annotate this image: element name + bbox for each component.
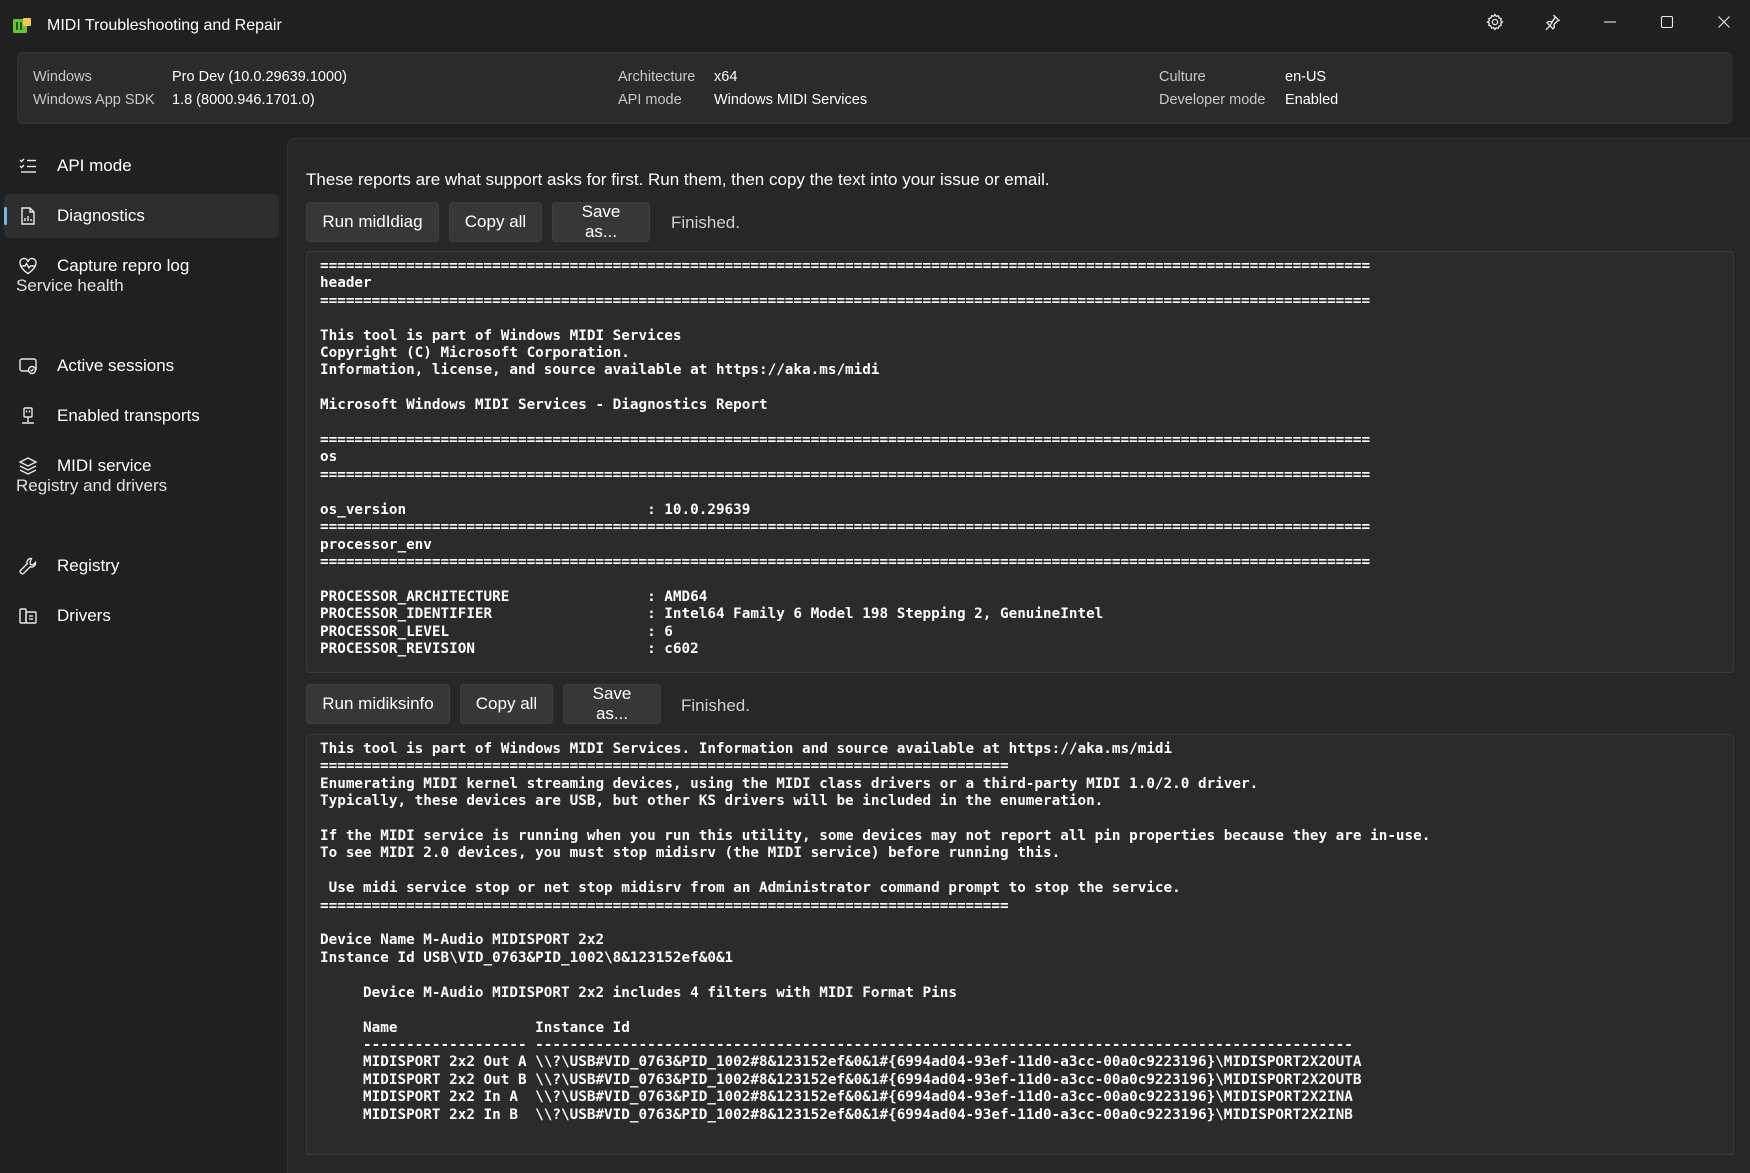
nav-label-enabled-transports: Enabled transports — [57, 406, 200, 425]
windows-value: Pro Dev (10.0.29639.1000) — [172, 69, 347, 85]
usb-icon — [18, 406, 38, 426]
pin-icon[interactable] — [1532, 6, 1572, 38]
architecture-label: Architecture — [618, 69, 696, 85]
nav-item-diagnostics[interactable]: Diagnostics — [4, 194, 279, 238]
nav-item-enabled-transports[interactable]: Enabled transports — [4, 394, 279, 438]
system-info-panel — [17, 52, 1732, 124]
section-header-service-health: Service health — [16, 276, 124, 295]
intro-text: These reports are what support asks for … — [306, 170, 1050, 189]
maximize-icon[interactable] — [1647, 6, 1687, 38]
diag-status: Finished. — [671, 213, 740, 232]
nav-label-drivers: Drivers — [57, 606, 111, 625]
drivers-icon — [18, 606, 38, 626]
wrench-icon — [18, 556, 38, 576]
nav-label-midi-service: MIDI service — [57, 456, 152, 475]
save-as-ksinfo-button[interactable]: Save as... — [563, 684, 661, 724]
layers-icon — [18, 456, 38, 476]
minimize-icon[interactable] — [1590, 6, 1630, 38]
developer-mode-value: Enabled — [1285, 92, 1339, 108]
ksinfo-output-text: This tool is part of Windows MIDI Servic… — [320, 741, 1431, 1123]
api-mode-value: Windows MIDI Services — [714, 92, 868, 108]
windows-label: Windows — [33, 69, 92, 85]
settings-gear-icon[interactable] — [1475, 6, 1515, 38]
architecture-value: x64 — [714, 69, 738, 85]
run-midiksinfo-button[interactable]: Run midiksinfo — [306, 684, 450, 724]
api-mode-label: API mode — [618, 92, 682, 108]
run-midIdiag-button[interactable]: Run midIdiag — [306, 202, 439, 242]
heart-pulse-icon — [18, 256, 38, 276]
save-as-diag-button[interactable]: Save as... — [552, 202, 650, 242]
nav-label-diagnostics: Diagnostics — [57, 206, 145, 225]
nav-label-api-mode: API mode — [57, 156, 132, 175]
sessions-icon — [18, 356, 38, 376]
culture-value: en-US — [1285, 69, 1327, 85]
nav-item-api-mode[interactable]: API mode — [4, 144, 279, 188]
nav-label-active-sessions: Active sessions — [57, 356, 175, 375]
copy-all-diag-button[interactable]: Copy all — [449, 202, 542, 242]
app-icon — [12, 17, 32, 35]
copy-all-ksinfo-button[interactable]: Copy all — [460, 684, 553, 724]
window-title: MIDI Troubleshooting and Repair — [47, 17, 282, 34]
title-bar: MIDI Troubleshooting and Repair — [0, 0, 1750, 50]
nav-item-drivers[interactable]: Drivers — [4, 594, 279, 638]
nav-label-capture-repro-log: Capture repro log — [57, 256, 190, 275]
nav-item-active-sessions[interactable]: Active sessions — [4, 344, 279, 388]
nav-item-registry[interactable]: Registry — [4, 544, 279, 588]
sidebar: API mode Diagnostics Capture repro log S… — [0, 140, 287, 1173]
nav-label-registry: Registry — [57, 556, 120, 575]
sdk-value: 1.8 (8000.946.1701.0) — [172, 92, 315, 108]
ksinfo-output-box[interactable]: This tool is part of Windows MIDI Servic… — [306, 734, 1734, 1155]
checklist-icon — [18, 156, 38, 176]
close-icon[interactable] — [1704, 6, 1744, 38]
diag-output-text: ========================================… — [320, 258, 1371, 657]
diag-output-box[interactable]: ========================================… — [306, 251, 1734, 673]
sdk-label: Windows App SDK — [33, 92, 155, 108]
ksinfo-status: Finished. — [681, 696, 750, 715]
section-header-registry-and-drivers: Registry and drivers — [16, 476, 168, 495]
report-icon — [18, 206, 38, 226]
developer-mode-label: Developer mode — [1159, 92, 1266, 108]
culture-label: Culture — [1159, 69, 1206, 85]
